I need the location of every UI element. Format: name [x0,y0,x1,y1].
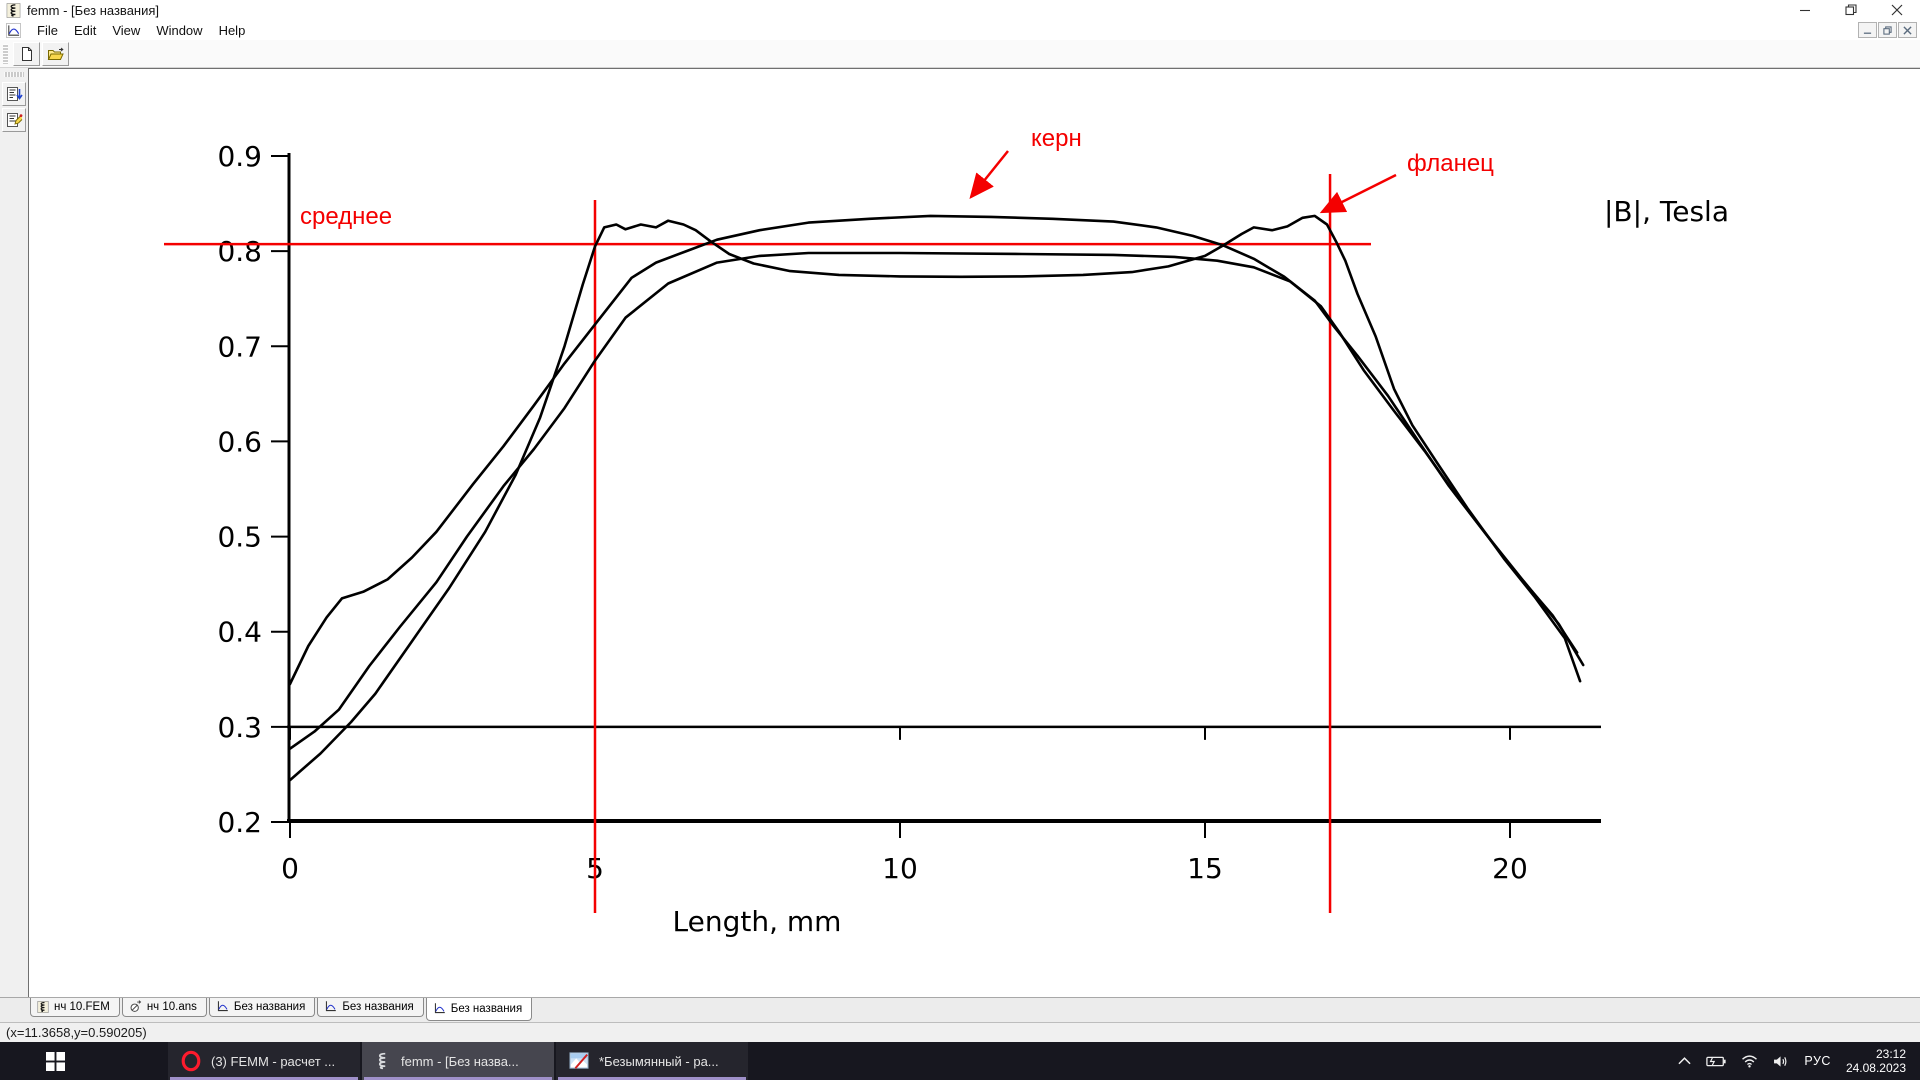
clock-time: 23:12 [1876,1047,1906,1061]
tab-label: Без названия [342,1001,413,1013]
plot-edit-button[interactable] [2,108,26,132]
window-title: femm - [Без названия] [27,3,159,18]
taskbar-app-femm[interactable]: femm - [Без назва... [362,1042,554,1080]
tab-label: нч 10.ans [147,1001,197,1013]
femm-application-window: femm - [Без названия] File Edit View Win… [0,0,1920,1080]
taskbar-app-label: femm - [Без назва... [401,1054,519,1069]
menu-view[interactable]: View [104,21,148,40]
toolbar-grip [3,44,8,64]
plot-values-icon [6,86,23,103]
system-tray: РУС 23:12 24.08.2023 [1678,1042,1920,1080]
taskbar-app-opera[interactable]: (3) FEMM - расчет ... [168,1042,360,1080]
status-bar: (x=11.3658,y=0.590205) [0,1022,1920,1042]
volume-icon[interactable] [1773,1055,1789,1068]
battery-icon[interactable] [1706,1056,1726,1067]
tab-fem-file[interactable]: нч 10.FEM [30,998,120,1017]
restore-button[interactable] [1828,0,1874,20]
main-toolbar [0,40,1920,68]
clock-date: 24.08.2023 [1846,1061,1906,1075]
plot-side-toolbar [0,68,28,997]
taskbar-spacer [110,1042,168,1080]
tab-plot-1[interactable]: Без названия [209,998,315,1017]
tab-plot-3-active[interactable]: Без названия [426,998,532,1021]
workspace [0,68,1920,997]
tab-label: Без названия [234,1001,305,1013]
menu-edit[interactable]: Edit [66,21,104,40]
menu-file[interactable]: File [29,21,66,40]
menu-window[interactable]: Window [148,21,210,40]
femm-coil-icon [6,3,21,18]
tab-ans-file[interactable]: нч 10.ans [122,998,207,1017]
keyboard-language[interactable]: РУС [1804,1054,1831,1068]
plot-canvas[interactable] [28,68,1920,997]
tab-label: нч 10.FEM [54,1001,110,1013]
taskbar-app-label: (3) FEMM - расчет ... [211,1054,335,1069]
windows-logo-icon [46,1052,65,1071]
femm-coil-icon [374,1051,392,1071]
plot-doc-icon [6,23,21,38]
plot-doc-icon [324,1000,337,1013]
taskbar-app-label: *Безымянный - ра... [599,1054,719,1069]
paint-icon [568,1051,590,1071]
window-controls [1782,0,1920,20]
child-restore-button[interactable] [1878,22,1897,38]
plot-doc-icon [433,1002,446,1015]
child-close-button[interactable] [1898,22,1917,38]
ans-doc-icon [129,1000,142,1013]
plot-edit-icon [6,112,23,129]
femm-doc-icon [37,1000,49,1014]
new-document-button[interactable] [13,42,40,66]
side-toolbar-grip [4,72,24,77]
windows-taskbar: (3) FEMM - расчет ... femm - [Без назва.… [0,1042,1920,1080]
open-file-button[interactable] [42,42,69,66]
taskbar-app-paint[interactable]: *Безымянный - ра... [556,1042,748,1080]
plot-values-button[interactable] [2,82,26,106]
start-button[interactable] [0,1042,110,1080]
wifi-icon[interactable] [1741,1055,1758,1068]
close-button[interactable] [1874,0,1920,20]
tab-label: Без названия [451,1003,522,1015]
taskbar-clock[interactable]: 23:12 24.08.2023 [1846,1047,1906,1075]
child-minimize-button[interactable] [1858,22,1877,38]
document-tab-bar: нч 10.FEM нч 10.ans Без названия Без наз… [0,997,1920,1022]
minimize-button[interactable] [1782,0,1828,20]
plot-doc-icon [216,1000,229,1013]
new-document-icon [19,46,35,62]
open-folder-icon [47,46,64,62]
menu-bar: File Edit View Window Help [0,20,1920,40]
cursor-coordinates: (x=11.3658,y=0.590205) [6,1025,147,1040]
menu-help[interactable]: Help [211,21,254,40]
tab-plot-2[interactable]: Без названия [317,998,423,1017]
title-bar: femm - [Без названия] [0,0,1920,20]
mdi-child-controls [1858,22,1917,38]
opera-icon [180,1050,202,1072]
tray-chevron-icon[interactable] [1678,1057,1691,1065]
